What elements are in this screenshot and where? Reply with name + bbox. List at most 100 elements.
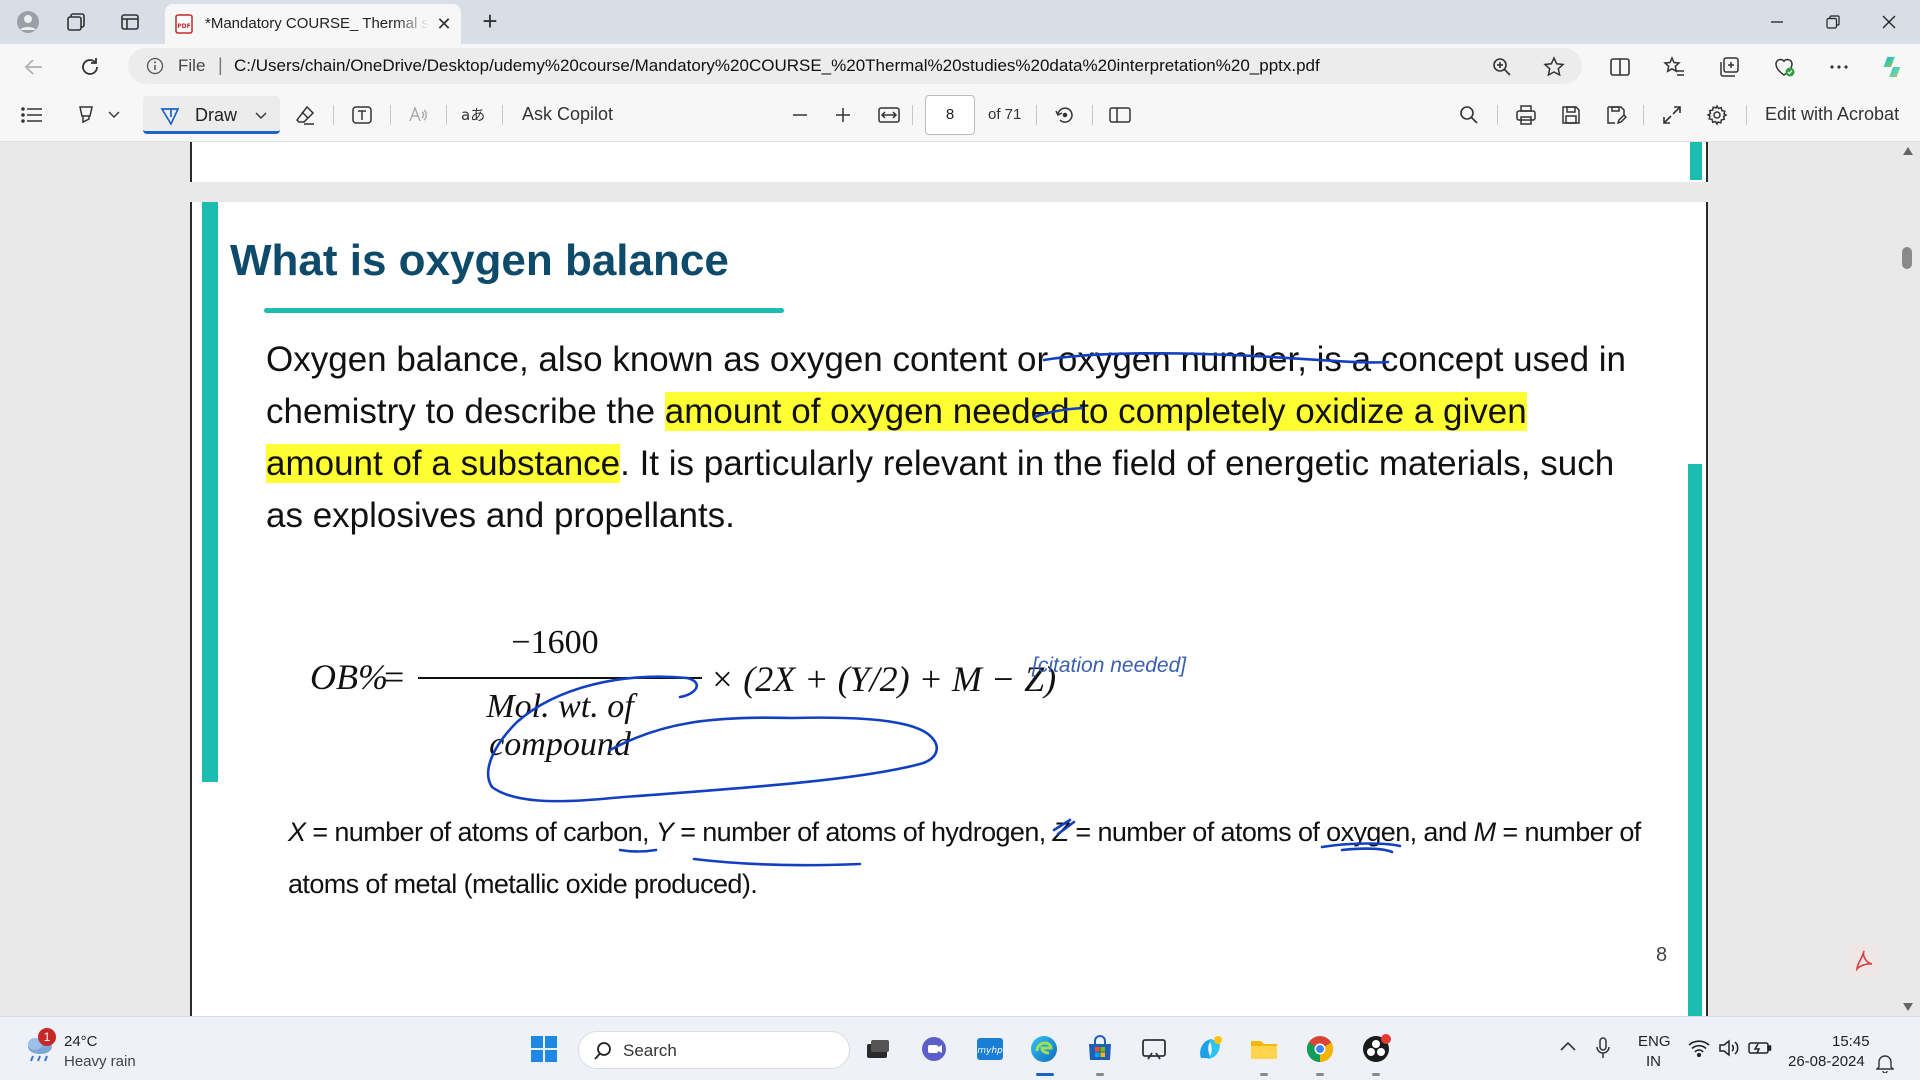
edge-browser-icon[interactable]: [1028, 1033, 1060, 1065]
page-view-icon[interactable]: [1108, 103, 1132, 127]
def-y: = number of atoms of hydrogen,: [673, 817, 1053, 847]
toolbar-divider: [446, 105, 447, 125]
battery-icon[interactable]: [1748, 1039, 1772, 1057]
start-windows-icon[interactable]: [528, 1033, 560, 1065]
svg-text:aあ: aあ: [461, 106, 485, 124]
scrollbar-thumb[interactable]: [1902, 247, 1912, 269]
scroll-down-arrow-icon[interactable]: [1902, 1002, 1914, 1012]
draw-pen-icon: [159, 105, 181, 127]
var-y: Y: [655, 817, 674, 847]
var-x: X: [288, 817, 306, 847]
obs-recorder-icon[interactable]: [1360, 1033, 1392, 1065]
wifi-icon[interactable]: [1688, 1039, 1710, 1057]
tab-close-icon[interactable]: ✕: [433, 13, 455, 35]
def-z: = number of atoms of oxygen, and: [1068, 817, 1474, 847]
url-text[interactable]: C:/Users/chain/OneDrive/Desktop/udemy%20…: [234, 56, 1320, 76]
microphone-icon[interactable]: [1596, 1037, 1610, 1059]
toolbar-divider: [1497, 105, 1498, 125]
save-icon[interactable]: [1559, 103, 1583, 127]
ask-copilot-button[interactable]: Ask Copilot: [522, 104, 613, 125]
eraser-icon[interactable]: [293, 103, 317, 127]
vertical-scrollbar[interactable]: [1896, 142, 1920, 1016]
profile-icon[interactable]: [16, 10, 40, 34]
pdf-page[interactable]: What is oxygen balance Oxygen balance, a…: [190, 202, 1708, 1016]
svg-text:PDF: PDF: [177, 23, 190, 30]
close-window-icon[interactable]: [1866, 7, 1912, 37]
rotate-icon[interactable]: [1053, 103, 1077, 127]
clock-time[interactable]: 15:45: [1832, 1033, 1870, 1050]
weather-temperature[interactable]: 24°C: [64, 1033, 98, 1050]
workspaces-icon[interactable]: [64, 10, 88, 34]
toolbar-divider: [1036, 105, 1037, 125]
translate-icon[interactable]: aあ: [460, 103, 488, 127]
pdf-file-icon: PDF: [175, 14, 193, 34]
microsoft-store-icon[interactable]: [1084, 1033, 1116, 1065]
tab-title: *Mandatory COURSE_ Thermal studies data …: [205, 15, 429, 32]
settings-gear-icon[interactable]: [1705, 103, 1729, 127]
show-hidden-icons-chevron-up-icon[interactable]: [1560, 1041, 1576, 1051]
highlight-icon[interactable]: [74, 103, 98, 127]
volume-icon[interactable]: [1718, 1039, 1742, 1057]
citation-needed-link[interactable]: [citation needed]: [1032, 654, 1186, 678]
read-aloud-icon[interactable]: [406, 103, 430, 127]
tab-active[interactable]: PDF *Mandatory COURSE_ Thermal studies d…: [165, 4, 461, 44]
split-screen-icon[interactable]: [1608, 55, 1632, 79]
draw-chevron-down-icon[interactable]: [255, 112, 267, 120]
find-search-icon[interactable]: [1457, 103, 1481, 127]
file-label: File: [178, 56, 206, 75]
language-region[interactable]: IN: [1646, 1053, 1661, 1070]
more-menu-icon[interactable]: [1827, 55, 1851, 79]
toolbar-divider: [1092, 105, 1093, 125]
back-icon[interactable]: [22, 55, 46, 79]
variable-definitions: X = number of atoms of carbon, Y = numbe…: [288, 806, 1648, 910]
edit-with-acrobat-button[interactable]: Edit with Acrobat: [1765, 104, 1899, 125]
scroll-up-arrow-icon[interactable]: [1902, 146, 1914, 156]
zoom-out-icon[interactable]: [788, 103, 812, 127]
file-explorer-icon[interactable]: [1248, 1033, 1280, 1065]
clock-date[interactable]: 26-08-2024: [1788, 1053, 1865, 1070]
copilot-icon[interactable]: [1880, 55, 1904, 79]
weather-description[interactable]: Heavy rain: [64, 1053, 136, 1070]
minimize-icon[interactable]: [1754, 7, 1800, 37]
fit-width-icon[interactable]: [877, 103, 901, 127]
fraction-bar: [418, 677, 702, 679]
app-blue-icon[interactable]: [1194, 1033, 1226, 1065]
text-box-icon[interactable]: [350, 103, 374, 127]
new-tab-icon[interactable]: +: [476, 8, 504, 36]
formula-numerator: −1600: [511, 624, 599, 661]
favorites-icon[interactable]: [1662, 55, 1686, 79]
acrobat-icon[interactable]: [1848, 944, 1880, 976]
notification-bell-icon[interactable]: [1876, 1053, 1894, 1073]
language-code[interactable]: ENG: [1638, 1033, 1671, 1050]
draw-button[interactable]: Draw: [143, 96, 280, 134]
chat-meet-icon[interactable]: [918, 1033, 950, 1065]
app-running-indicator: [1096, 1073, 1104, 1076]
task-view-icon[interactable]: [862, 1033, 894, 1065]
page-number-input[interactable]: 8: [925, 95, 975, 135]
myhp-icon[interactable]: myhp: [974, 1033, 1006, 1065]
formula-denominator: Mol. wt. of compound: [486, 688, 634, 763]
restore-icon[interactable]: [1810, 7, 1856, 37]
right-accent-bar: [1688, 464, 1702, 1016]
zoom-icon[interactable]: [1490, 55, 1514, 79]
save-as-icon[interactable]: [1604, 103, 1628, 127]
taskbar-search[interactable]: Search: [578, 1031, 850, 1069]
site-info-icon[interactable]: [146, 57, 164, 75]
favorite-star-icon[interactable]: [1542, 55, 1566, 79]
snipping-tool-icon[interactable]: [1138, 1033, 1170, 1065]
previous-page-accent-bar: [1690, 142, 1702, 180]
browser-essentials-icon[interactable]: [1772, 55, 1796, 79]
address-bar[interactable]: File | C:/Users/chain/OneDrive/Desktop/u…: [128, 48, 1582, 84]
oxygen-balance-formula: OB% = −1600 Mol. wt. of compound × (2X +…: [310, 624, 1210, 774]
fullscreen-icon[interactable]: [1660, 103, 1684, 127]
pdf-viewer[interactable]: What is oxygen balance Oxygen balance, a…: [0, 142, 1920, 1016]
chrome-icon[interactable]: [1304, 1033, 1336, 1065]
tab-actions-icon[interactable]: [118, 10, 142, 34]
contents-list-icon[interactable]: [20, 103, 44, 127]
print-icon[interactable]: [1514, 103, 1538, 127]
refresh-icon[interactable]: [78, 55, 102, 79]
zoom-in-icon[interactable]: [831, 103, 855, 127]
search-icon: [593, 1041, 613, 1061]
highlight-chevron-down-icon[interactable]: [106, 103, 122, 127]
collections-icon[interactable]: [1717, 55, 1741, 79]
